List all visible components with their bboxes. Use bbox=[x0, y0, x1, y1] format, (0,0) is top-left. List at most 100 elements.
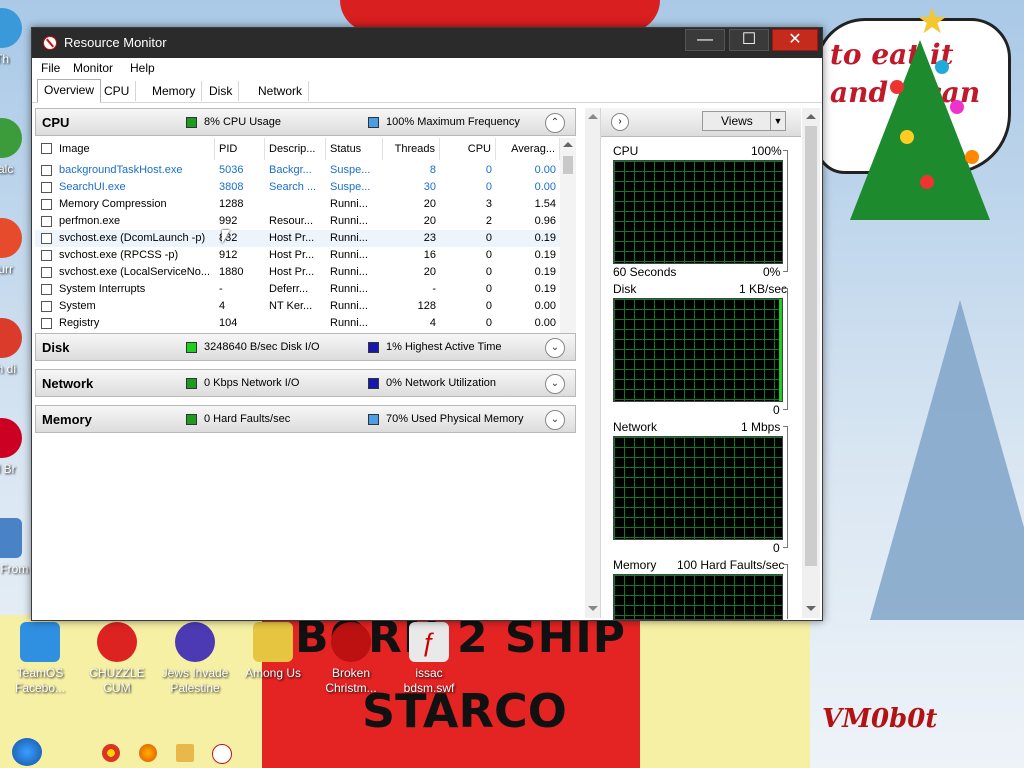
cpu-usage-text: 8% CPU Usage bbox=[204, 116, 282, 128]
column-header-threads[interactable]: Threads bbox=[383, 138, 440, 160]
tab-cpu[interactable]: CPU bbox=[98, 81, 137, 101]
cpu-graph-max: 100% bbox=[751, 144, 782, 158]
collapse-pane-arrow-icon[interactable]: › bbox=[611, 113, 629, 131]
chrome-taskbar-icon[interactable] bbox=[102, 744, 120, 762]
desktop-icon-partial[interactable]: Furr bbox=[0, 218, 32, 277]
column-header-description[interactable]: Descrip... bbox=[265, 138, 326, 160]
scroll-up-icon[interactable] bbox=[563, 142, 573, 147]
process-table-scrollbar[interactable] bbox=[560, 138, 576, 352]
desktop-icon-partial[interactable]: Th bbox=[0, 8, 32, 67]
desktop-icon-partial[interactable]: Falc bbox=[0, 118, 32, 177]
table-row[interactable]: perfmon.exe 992 Resour... Runni... 20 2 0.96 bbox=[35, 213, 576, 230]
memory-section-header[interactable]: Memory 0 Hard Faults/sec 70% Used Physic… bbox=[35, 405, 576, 433]
desktop-icon-broken-christmas[interactable]: Broken Christm... bbox=[311, 622, 391, 696]
cpu-section-header[interactable]: CPU 8% CPU Usage 100% Maximum Frequency … bbox=[35, 108, 576, 136]
disk-section-header[interactable]: Disk 3248640 B/sec Disk I/O 1% Highest A… bbox=[35, 333, 576, 361]
table-row[interactable]: svchost.exe (DcomLaunch -p) 832 Host Pr...… bbox=[35, 230, 576, 247]
row-checkbox[interactable] bbox=[41, 216, 52, 227]
table-row[interactable]: System Interrupts - Deferr... Runni... - 0 0.1… bbox=[35, 281, 576, 298]
tab-overview[interactable]: Overview bbox=[37, 79, 102, 103]
table-row[interactable]: backgroundTaskHost.exe 5036 Backgr... Suspe… bbox=[35, 162, 576, 179]
cpu-frequency-swatch bbox=[368, 117, 379, 128]
graph-bracket bbox=[783, 564, 788, 619]
desktop-icon-partial[interactable]: Dov From bbox=[0, 518, 32, 577]
row-checkbox[interactable] bbox=[41, 165, 52, 176]
cell-pid: 912 bbox=[219, 249, 238, 261]
column-header-image[interactable]: Image bbox=[35, 138, 215, 160]
dropdown-arrow-icon[interactable]: ▼ bbox=[770, 112, 785, 130]
cell-image: backgroundTaskHost.exe bbox=[59, 164, 183, 176]
cell-image: System Interrupts bbox=[59, 283, 146, 295]
menu-file[interactable]: File bbox=[41, 61, 60, 75]
table-row[interactable]: Memory Compression 1288 Runni... 20 3 1.54 bbox=[35, 196, 576, 213]
cell-average-cpu: 0.19 bbox=[534, 249, 556, 261]
disk-graph bbox=[613, 298, 783, 402]
hard-faults-text: 0 Hard Faults/sec bbox=[204, 413, 291, 425]
desktop-icon-chuzzle[interactable]: CHUZZLE CUM bbox=[77, 622, 157, 696]
start-button[interactable] bbox=[12, 738, 42, 766]
views-dropdown[interactable]: Views ▼ bbox=[702, 111, 786, 131]
column-header-average-cpu[interactable]: Averag... bbox=[496, 138, 560, 160]
column-header-status[interactable]: Status bbox=[326, 138, 383, 160]
menu-bar: File Monitor Help bbox=[32, 58, 822, 78]
desktop-icon-partial[interactable]: Ol Br bbox=[0, 418, 32, 477]
memory-graph bbox=[613, 574, 783, 620]
cell-threads: 128 bbox=[417, 300, 436, 312]
desktop-icon-label: Th bbox=[0, 52, 9, 66]
file-explorer-taskbar-icon[interactable] bbox=[176, 744, 194, 762]
disk-active-time-swatch bbox=[368, 342, 379, 353]
table-row[interactable]: svchost.exe (RPCSS -p) 912 Host Pr... Runni… bbox=[35, 247, 576, 264]
cell-description: Host Pr... bbox=[269, 232, 315, 244]
row-checkbox[interactable] bbox=[41, 318, 52, 329]
expand-chevron-down-icon[interactable]: ⌄ bbox=[545, 338, 565, 358]
desktop-icon-swf-file[interactable]: ƒ issac bdsm.swf bbox=[389, 622, 469, 696]
row-checkbox[interactable] bbox=[41, 267, 52, 278]
network-section-header[interactable]: Network 0 Kbps Network I/O 0% Network Ut… bbox=[35, 369, 576, 397]
tab-disk[interactable]: Disk bbox=[203, 81, 240, 101]
row-checkbox[interactable] bbox=[41, 301, 52, 312]
graphs-right-pane: › Views ▼ CPU 100% 60 Seconds 0% Disk 1 … bbox=[600, 108, 801, 620]
table-row[interactable]: System 4 NT Ker... Runni... 128 0 0.00 bbox=[35, 298, 576, 315]
wallpaper-christmas-tree bbox=[850, 40, 990, 220]
close-button[interactable]: ✕ bbox=[772, 29, 818, 51]
select-all-checkbox[interactable] bbox=[41, 143, 52, 154]
scroll-thumb[interactable] bbox=[805, 126, 817, 566]
desktop-icon-partial[interactable]: Ch di bbox=[0, 318, 32, 377]
resource-monitor-taskbar-icon[interactable] bbox=[212, 744, 232, 764]
table-row[interactable]: svchost.exe (LocalServiceNo... 1880 Host P… bbox=[35, 264, 576, 281]
maximize-button[interactable]: ☐ bbox=[729, 29, 769, 51]
firefox-taskbar-icon[interactable] bbox=[139, 744, 157, 762]
table-row[interactable]: Registry 104 Runni... 4 0 0.00 bbox=[35, 315, 576, 332]
scroll-down-icon[interactable] bbox=[806, 606, 816, 611]
title-bar[interactable]: Resource Monitor — ☐ ✕ bbox=[32, 28, 822, 58]
column-header-cpu[interactable]: CPU bbox=[440, 138, 496, 160]
column-header-pid[interactable]: PID bbox=[215, 138, 265, 160]
scroll-down-icon[interactable] bbox=[588, 606, 598, 611]
minimize-button[interactable]: — bbox=[685, 29, 725, 51]
expand-chevron-down-icon[interactable]: ⌄ bbox=[545, 410, 565, 430]
cell-threads: 16 bbox=[423, 249, 436, 261]
row-checkbox[interactable] bbox=[41, 199, 52, 210]
cpu-usage-swatch bbox=[186, 117, 197, 128]
resource-monitor-window: Resource Monitor — ☐ ✕ File Monitor Help… bbox=[31, 27, 823, 621]
row-checkbox[interactable] bbox=[41, 284, 52, 295]
scroll-up-icon[interactable] bbox=[806, 114, 816, 119]
network-graph-title: Network bbox=[613, 420, 658, 434]
views-label: Views bbox=[721, 114, 753, 128]
expand-chevron-down-icon[interactable]: ⌄ bbox=[545, 374, 565, 394]
desktop-icon-among-us[interactable]: Among Us bbox=[233, 622, 313, 681]
menu-monitor[interactable]: Monitor bbox=[73, 61, 113, 75]
right-pane-scrollbar[interactable] bbox=[802, 108, 820, 618]
row-checkbox[interactable] bbox=[41, 182, 52, 193]
menu-help[interactable]: Help bbox=[130, 61, 155, 75]
tab-memory[interactable]: Memory bbox=[146, 81, 203, 101]
scroll-up-icon[interactable] bbox=[588, 114, 598, 119]
tab-network[interactable]: Network bbox=[252, 81, 310, 101]
row-checkbox[interactable] bbox=[41, 233, 52, 244]
table-row[interactable]: SearchUI.exe 3808 Search ... Suspe... 30 0 0.0… bbox=[35, 179, 576, 196]
row-checkbox[interactable] bbox=[41, 250, 52, 261]
desktop-icon-teamos[interactable]: TeamOS Facebo... bbox=[0, 622, 80, 696]
scroll-thumb[interactable] bbox=[563, 156, 573, 174]
collapse-chevron-up-icon[interactable]: ⌃ bbox=[545, 113, 565, 133]
desktop-icon-jews-invade[interactable]: Jews Invade Palestine bbox=[155, 622, 235, 696]
